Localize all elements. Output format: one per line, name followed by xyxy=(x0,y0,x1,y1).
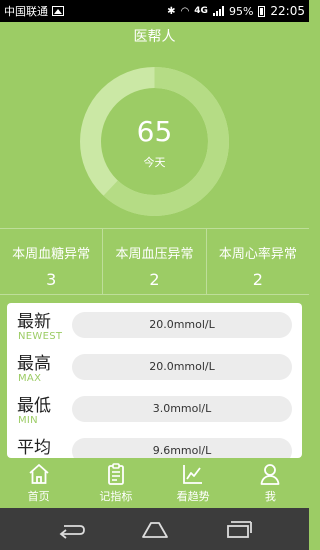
score-label: 今天 xyxy=(143,155,166,169)
tab-home[interactable]: 首页 xyxy=(0,458,77,508)
network-type: 4G xyxy=(194,6,208,16)
signal-icon xyxy=(212,6,224,16)
tab-label: 记指标 xyxy=(99,490,133,503)
reading-label: 最低 xyxy=(17,396,51,416)
reading-value: 3.0mmol/L xyxy=(72,396,292,422)
reading-label-en: MIN xyxy=(18,415,38,426)
ring-center: 65 今天 xyxy=(77,64,232,219)
stat-value: 2 xyxy=(149,270,160,289)
clock: 22:05 xyxy=(270,4,305,18)
person-icon xyxy=(260,464,280,485)
reading-label-en: MAX xyxy=(18,373,42,384)
score-value: 65 xyxy=(136,114,173,148)
tab-me[interactable]: 我 xyxy=(232,458,309,508)
stat-blood-pressure[interactable]: 本周血压异常 2 xyxy=(103,229,207,294)
reading-label: 平均 xyxy=(17,438,51,458)
wifi-icon: ◠ xyxy=(180,5,190,17)
stat-title: 本周血糖异常 xyxy=(12,247,91,262)
battery-percent: 95% xyxy=(228,4,254,18)
readings-card: 最新 NEWEST 20.0mmol/L 最高 MAX 20.0mmol/L 最… xyxy=(7,303,302,458)
reading-label: 最高 xyxy=(17,354,51,374)
clipboard-icon xyxy=(107,463,124,485)
tab-label: 看趋势 xyxy=(176,490,210,503)
status-bar: 中国联通 ✱ ◠ 4G 95% 22:05 xyxy=(0,0,309,22)
weekly-abnormal-stats: 本周血糖异常 3 本周血压异常 2 本周心率异常 2 xyxy=(0,228,309,295)
reading-label: 最新 xyxy=(17,312,51,332)
back-icon[interactable] xyxy=(56,518,88,540)
reading-row-min: 最低 MIN 3.0mmol/L xyxy=(7,389,302,431)
reading-row-max: 最高 MAX 20.0mmol/L xyxy=(7,347,302,389)
stat-title: 本周心率异常 xyxy=(218,247,297,262)
image-notification-icon xyxy=(52,6,64,16)
reading-label-en: NEWEST xyxy=(18,331,63,342)
daily-score-ring: 65 今天 xyxy=(77,64,232,219)
stat-blood-sugar[interactable]: 本周血糖异常 3 xyxy=(0,229,104,294)
tab-label: 首页 xyxy=(27,490,50,503)
home-icon xyxy=(29,464,49,484)
page-title: 医帮人 xyxy=(133,29,176,45)
trend-chart-icon xyxy=(183,465,203,484)
tab-label: 我 xyxy=(264,490,276,503)
reading-value: 9.6mmol/L xyxy=(72,438,292,458)
tab-trends[interactable]: 看趋势 xyxy=(155,458,232,508)
bluetooth-icon: ✱ xyxy=(167,5,176,17)
system-nav-bar xyxy=(0,508,309,550)
home-button-icon[interactable] xyxy=(139,518,171,540)
tab-record[interactable]: 记指标 xyxy=(77,458,154,508)
stat-heart-rate[interactable]: 本周心率异常 2 xyxy=(207,229,309,294)
stat-title: 本周血压异常 xyxy=(115,247,194,262)
carrier-name: 中国联通 xyxy=(4,5,48,18)
battery-icon xyxy=(258,5,266,17)
stat-value: 3 xyxy=(46,270,57,289)
reading-value: 20.0mmol/L xyxy=(72,354,292,380)
stat-value: 2 xyxy=(252,270,263,289)
reading-row-newest: 最新 NEWEST 20.0mmol/L xyxy=(7,305,302,347)
bottom-tab-bar: 首页 记指标 看趋势 我 xyxy=(0,458,309,508)
reading-value: 20.0mmol/L xyxy=(72,312,292,338)
reading-row-average: 平均 9.6mmol/L xyxy=(7,431,302,458)
recent-apps-icon[interactable] xyxy=(222,518,254,540)
